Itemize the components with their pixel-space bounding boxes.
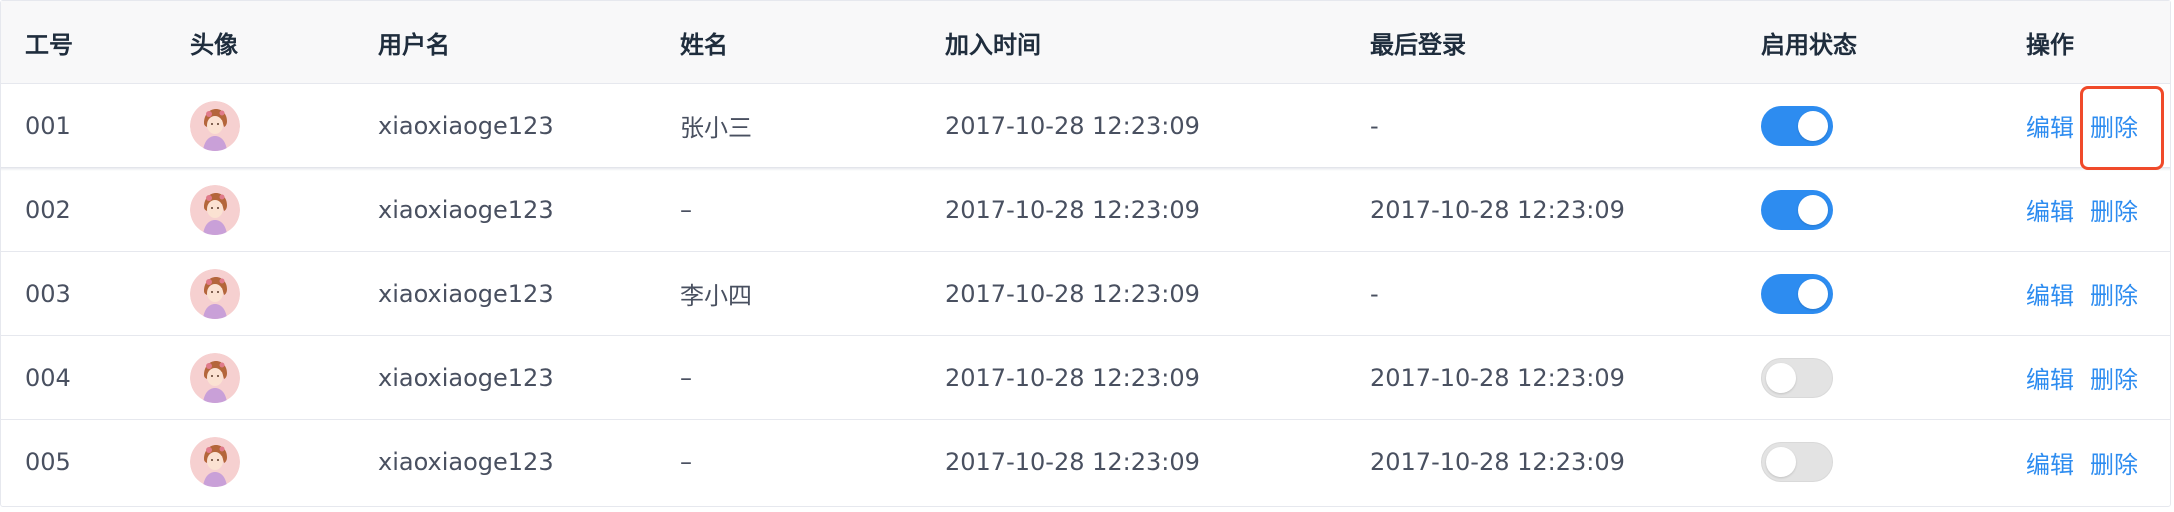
cell-id: 001 — [25, 111, 71, 140]
avatar-cell — [190, 252, 240, 335]
delete-highlight-box — [2080, 86, 2164, 170]
delete-button[interactable]: 删除 — [2090, 445, 2138, 480]
status-cell — [1761, 252, 1833, 335]
edit-button[interactable]: 编辑 — [2026, 445, 2074, 480]
cell-last-login: - — [1370, 111, 1379, 140]
actions-cell: 编辑 删除 — [2026, 252, 2138, 335]
status-cell — [1761, 84, 1833, 167]
cell-last-login: 2017-10-28 12:23:09 — [1370, 448, 1625, 476]
actions-cell: 编辑 删除 — [2026, 420, 2138, 504]
toggle-knob — [1798, 278, 1828, 309]
delete-button[interactable]: 删除 — [2090, 276, 2138, 311]
user-avatar-icon — [190, 268, 240, 319]
cell-name: – — [680, 195, 692, 224]
edit-button[interactable]: 编辑 — [2026, 192, 2074, 227]
cell-join-time: 2017-10-28 12:23:09 — [945, 111, 1200, 140]
cell-username: xiaoxiaoge123 — [378, 195, 554, 224]
avatar-cell — [190, 168, 240, 251]
avatar-cell — [190, 336, 240, 419]
header-actions[interactable]: 操作 — [2026, 1, 2074, 83]
cell-join-time: 2017-10-28 12:23:09 — [945, 448, 1200, 476]
cell-id: 004 — [25, 363, 71, 392]
delete-button[interactable]: 删除 — [2090, 360, 2138, 395]
status-toggle[interactable] — [1761, 442, 1833, 482]
cell-id: 003 — [25, 279, 71, 308]
table-row[interactable]: 001 xiaoxiaoge123 张小三 2017-10-28 12:23:0… — [1, 84, 2170, 168]
toggle-knob — [1766, 447, 1796, 477]
edit-button[interactable]: 编辑 — [2026, 360, 2074, 395]
edit-button[interactable]: 编辑 — [2026, 108, 2074, 143]
status-toggle[interactable] — [1761, 357, 1833, 398]
avatar-cell — [190, 420, 240, 504]
cell-name: 李小四 — [680, 282, 752, 310]
cell-name: – — [680, 363, 692, 392]
status-toggle[interactable] — [1761, 273, 1833, 314]
actions-cell: 编辑 删除 — [2026, 168, 2138, 251]
cell-join-time: 2017-10-28 12:23:09 — [945, 279, 1200, 308]
cell-join-time: 2017-10-28 12:23:09 — [945, 195, 1200, 224]
actions-cell: 编辑 删除 — [2026, 336, 2138, 419]
user-avatar-icon — [190, 100, 240, 151]
delete-button[interactable]: 删除 — [2090, 192, 2138, 227]
cell-username: xiaoxiaoge123 — [378, 448, 554, 476]
table-row[interactable]: 004 xiaoxiaoge123 – 2017-10-28 12:23:09 … — [1, 336, 2170, 420]
header-last-login[interactable]: 最后登录 — [1370, 1, 1466, 83]
avatar-cell — [190, 84, 240, 167]
cell-username: xiaoxiaoge123 — [378, 111, 554, 140]
cell-last-login: 2017-10-28 12:23:09 — [1370, 195, 1625, 224]
toggle-knob — [1798, 194, 1828, 225]
user-table: 工号 头像 用户名 姓名 加入时间 最后登录 启用状态 操作 001 xiaox… — [0, 0, 2171, 507]
cell-name: 张小三 — [680, 114, 752, 142]
toggle-knob — [1766, 362, 1796, 393]
header-name[interactable]: 姓名 — [680, 1, 728, 83]
cell-username: xiaoxiaoge123 — [378, 363, 554, 392]
status-cell — [1761, 336, 1833, 419]
header-avatar[interactable]: 头像 — [190, 1, 238, 83]
table-row[interactable]: 002 xiaoxiaoge123 – 2017-10-28 12:23:09 … — [1, 168, 2170, 252]
table-row[interactable]: 003 xiaoxiaoge123 李小四 2017-10-28 12:23:0… — [1, 252, 2170, 336]
cell-id: 005 — [25, 448, 71, 476]
header-username[interactable]: 用户名 — [378, 1, 450, 83]
cell-last-login: - — [1370, 279, 1379, 308]
header-status[interactable]: 启用状态 — [1761, 1, 1857, 83]
user-avatar-icon — [190, 352, 240, 403]
status-cell — [1761, 168, 1833, 251]
cell-username: xiaoxiaoge123 — [378, 279, 554, 308]
table-header: 工号 头像 用户名 姓名 加入时间 最后登录 启用状态 操作 — [1, 1, 2170, 84]
user-avatar-icon — [190, 184, 240, 235]
header-join-time[interactable]: 加入时间 — [945, 1, 1041, 83]
cell-join-time: 2017-10-28 12:23:09 — [945, 363, 1200, 392]
status-toggle[interactable] — [1761, 105, 1833, 146]
toggle-knob — [1798, 110, 1828, 141]
cell-last-login: 2017-10-28 12:23:09 — [1370, 363, 1625, 392]
table-row[interactable]: 005 xiaoxiaoge123 – 2017-10-28 12:23:09 … — [1, 420, 2170, 504]
cell-id: 002 — [25, 195, 71, 224]
cell-name: – — [680, 448, 692, 476]
status-cell — [1761, 420, 1833, 504]
header-id[interactable]: 工号 — [25, 1, 73, 83]
edit-button[interactable]: 编辑 — [2026, 276, 2074, 311]
user-avatar-icon — [190, 437, 240, 487]
status-toggle[interactable] — [1761, 189, 1833, 230]
